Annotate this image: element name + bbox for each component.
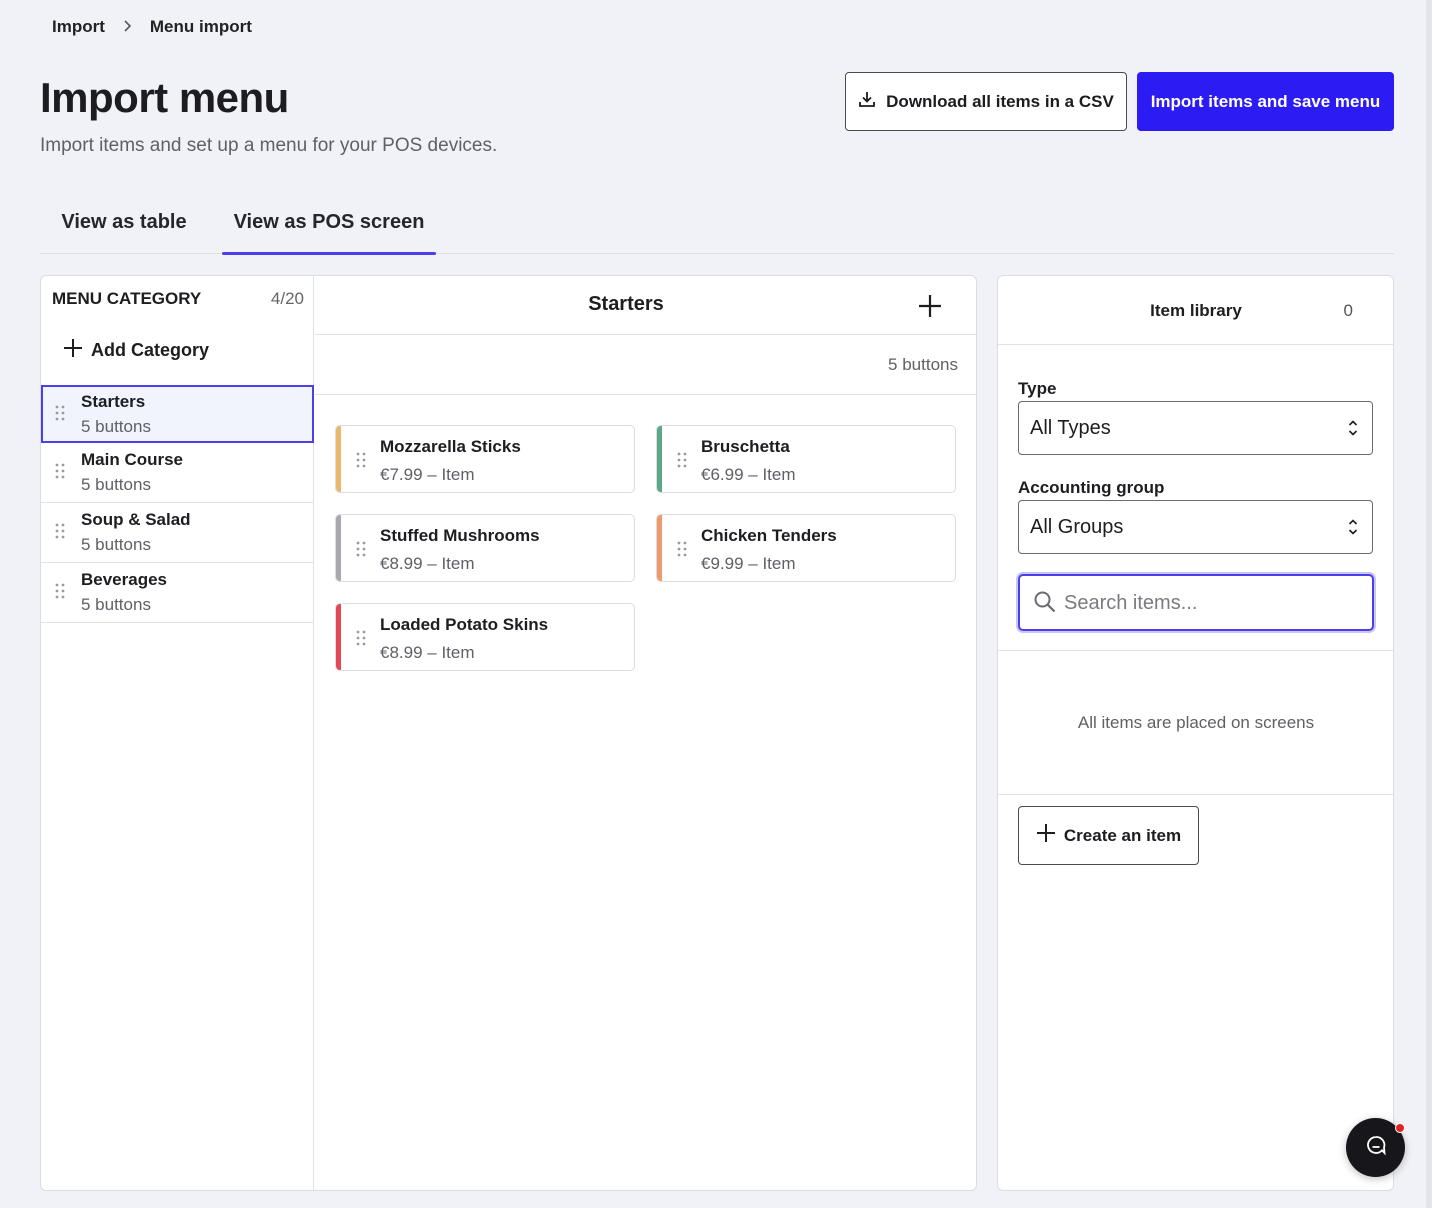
empty-state-text: All items are placed on screens xyxy=(1077,713,1315,732)
create-item-button[interactable]: Create an item xyxy=(1018,806,1199,865)
category-count: 4/20 xyxy=(270,289,304,308)
add-category-label: Add Category xyxy=(91,340,210,360)
create-item-label: Create an item xyxy=(1063,825,1182,845)
category-list: Starters 5 buttons Main Course 5 buttons… xyxy=(41,385,314,623)
pos-button-title: Bruschetta xyxy=(701,437,790,456)
pos-button-stuffed-mushrooms[interactable]: Stuffed Mushrooms €8.99 – Item xyxy=(335,514,635,582)
page-subtitle: Import items and set up a menu for your … xyxy=(40,135,498,156)
divider xyxy=(998,650,1393,651)
category-header: MENU CATEGORY 4/20 xyxy=(52,289,304,309)
download-csv-label: Download all items in a CSV xyxy=(886,91,1114,111)
breadcrumb-import-link[interactable]: Import xyxy=(52,17,105,37)
category-button-count: 5 buttons xyxy=(81,595,151,614)
category-item-soup-salad[interactable]: Soup & Salad 5 buttons xyxy=(41,503,314,563)
breadcrumb: Import Menu import xyxy=(52,17,252,37)
tab-view-as-table[interactable]: View as table xyxy=(40,190,208,254)
drag-handle-icon[interactable] xyxy=(677,541,687,562)
drag-handle-icon[interactable] xyxy=(55,405,65,426)
search-icon xyxy=(1033,590,1057,619)
import-and-save-button[interactable]: Import items and save menu xyxy=(1137,72,1394,131)
item-library-panel: Item library 0 Type All Types Accounting… xyxy=(997,275,1394,1191)
category-button-count: 5 buttons xyxy=(81,475,151,494)
drag-handle-icon[interactable] xyxy=(356,630,366,651)
item-library-title: Item library xyxy=(1150,301,1242,320)
pos-button-loaded-potato-skins[interactable]: Loaded Potato Skins €8.99 – Item xyxy=(335,603,635,671)
button-color-stripe xyxy=(336,426,341,492)
add-category-button[interactable]: Add Category xyxy=(63,338,209,363)
menu-editor-panel: MENU CATEGORY 4/20 Add Category Starters… xyxy=(40,275,977,1191)
updown-chevron-icon xyxy=(1348,518,1358,541)
pos-button-meta: €7.99 – Item xyxy=(380,465,475,484)
drag-handle-icon[interactable] xyxy=(55,583,65,604)
page-title: Import menu xyxy=(40,74,289,121)
category-header-label: MENU CATEGORY xyxy=(52,289,202,308)
drag-handle-icon[interactable] xyxy=(55,523,65,544)
pos-screen-column: Starters 5 buttons Mozzarella Sticks €7.… xyxy=(315,276,976,1190)
download-csv-button[interactable]: Download all items in a CSV xyxy=(845,72,1127,131)
pos-button-title: Loaded Potato Skins xyxy=(380,615,549,634)
category-button-count: 5 buttons xyxy=(81,417,151,436)
category-item-starters[interactable]: Starters 5 buttons xyxy=(41,385,314,443)
category-name: Soup & Salad xyxy=(81,510,191,529)
accounting-group-label: Accounting group xyxy=(1018,478,1165,497)
tab-view-as-pos-screen[interactable]: View as POS screen xyxy=(222,190,436,255)
screen-header: Starters xyxy=(315,276,976,335)
screen-count-row: 5 buttons xyxy=(315,335,976,395)
pos-button-chicken-tenders[interactable]: Chicken Tenders €9.99 – Item xyxy=(656,514,956,582)
pos-button-mozzarella-sticks[interactable]: Mozzarella Sticks €7.99 – Item xyxy=(335,425,635,493)
category-name: Main Course xyxy=(81,450,184,469)
chevron-right-icon xyxy=(123,19,132,36)
pos-button-title: Mozzarella Sticks xyxy=(380,437,521,456)
pos-button-title: Stuffed Mushrooms xyxy=(380,526,540,545)
plus-icon xyxy=(1036,823,1056,848)
download-icon xyxy=(858,90,876,113)
drag-handle-icon[interactable] xyxy=(677,452,687,473)
drag-handle-icon[interactable] xyxy=(356,452,366,473)
updown-chevron-icon xyxy=(1348,419,1358,442)
button-color-stripe xyxy=(336,604,341,670)
pos-button-meta: €8.99 – Item xyxy=(380,643,475,662)
add-button-plus-icon[interactable] xyxy=(917,293,943,324)
notification-dot xyxy=(1395,1123,1405,1133)
type-select-value: All Types xyxy=(1030,417,1111,439)
pos-button-bruschetta[interactable]: Bruschetta €6.99 – Item xyxy=(656,425,956,493)
screen-title: Starters xyxy=(588,293,664,315)
pos-button-meta: €8.99 – Item xyxy=(380,554,475,573)
chat-bubble-icon xyxy=(1365,1134,1387,1161)
scrollbar-track[interactable] xyxy=(1426,0,1432,1208)
category-name: Starters xyxy=(81,392,146,411)
item-search-field[interactable] xyxy=(1018,574,1374,631)
import-and-save-label: Import items and save menu xyxy=(1150,91,1381,111)
category-name: Beverages xyxy=(81,570,168,589)
type-label: Type xyxy=(1018,379,1057,398)
drag-handle-icon[interactable] xyxy=(55,463,65,484)
category-item-main-course[interactable]: Main Course 5 buttons xyxy=(41,443,314,503)
screen-button-count: 5 buttons xyxy=(888,355,958,374)
view-tabs: View as table View as POS screen xyxy=(40,190,1394,255)
type-select[interactable]: All Types xyxy=(1018,401,1373,455)
button-color-stripe xyxy=(336,515,341,581)
item-library-count: 0 xyxy=(1343,301,1353,320)
pos-button-meta: €6.99 – Item xyxy=(701,465,796,484)
button-color-stripe xyxy=(657,426,662,492)
divider xyxy=(998,794,1393,795)
category-button-count: 5 buttons xyxy=(81,535,151,554)
breadcrumb-current: Menu import xyxy=(149,17,252,36)
category-item-beverages[interactable]: Beverages 5 buttons xyxy=(41,563,314,623)
item-search-input[interactable] xyxy=(1064,586,1354,620)
plus-icon xyxy=(63,338,83,363)
accounting-group-select-value: All Groups xyxy=(1030,516,1124,538)
pos-button-title: Chicken Tenders xyxy=(701,526,837,545)
accounting-group-select[interactable]: All Groups xyxy=(1018,500,1373,554)
item-library-header: Item library 0 xyxy=(998,276,1393,345)
category-column: MENU CATEGORY 4/20 Add Category Starters… xyxy=(41,276,314,1190)
button-color-stripe xyxy=(657,515,662,581)
pos-button-meta: €9.99 – Item xyxy=(701,554,796,573)
drag-handle-icon[interactable] xyxy=(356,541,366,562)
